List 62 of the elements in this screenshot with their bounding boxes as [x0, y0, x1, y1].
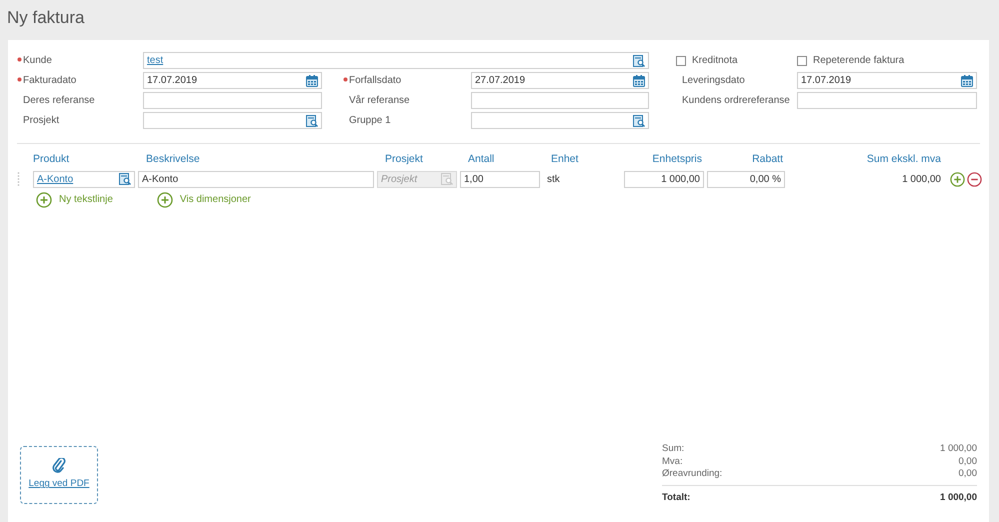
- customer-link[interactable]: test: [147, 53, 633, 68]
- total-value: 1 000,00: [940, 490, 977, 505]
- column-header: Rabatt: [752, 153, 783, 165]
- calendar-icon[interactable]: [961, 74, 973, 86]
- column-header: Enhetspris: [652, 153, 702, 165]
- field-label: Prosjekt: [23, 114, 60, 128]
- input-field[interactable]: 1,00: [460, 170, 540, 188]
- checkbox[interactable]: [676, 56, 686, 66]
- input-field[interactable]: [797, 92, 977, 109]
- attach-pdf-button[interactable]: Legg ved PDF: [20, 446, 98, 504]
- column-header: Sum ekskl. mva: [866, 153, 941, 165]
- column-header: Produkt: [33, 153, 70, 165]
- add-link[interactable]: Vis dimensjoner: [156, 192, 251, 208]
- calendar-icon[interactable]: [306, 74, 318, 86]
- total-value: 0,00: [958, 468, 977, 481]
- date-field[interactable]: 17.07.2019: [143, 72, 322, 89]
- column-header: Enhet: [551, 153, 578, 165]
- drag-handle-icon[interactable]: [17, 172, 20, 186]
- field-label: Deres referanse: [23, 94, 95, 108]
- input-field[interactable]: 0,00 %: [707, 170, 785, 188]
- total-label: Totalt:: [662, 490, 690, 505]
- lookup-field[interactable]: [143, 112, 322, 129]
- date-field[interactable]: 17.07.2019: [797, 72, 977, 89]
- lookup-field[interactable]: A-Konto: [33, 170, 135, 188]
- plus-circle-icon[interactable]: [156, 192, 173, 208]
- column-header: Beskrivelse: [146, 153, 200, 165]
- product-link[interactable]: A-Konto: [37, 172, 119, 187]
- total-value: 0,00: [958, 456, 977, 468]
- lookup-field[interactable]: [471, 112, 649, 129]
- field-label: Gruppe 1: [349, 114, 391, 128]
- lookup-icon[interactable]: [633, 114, 645, 126]
- field-label: Vår referanse: [349, 94, 410, 108]
- field-label: Leveringsdato: [682, 74, 745, 88]
- date-field[interactable]: 27.07.2019: [471, 72, 649, 89]
- column-header: Antall: [468, 153, 494, 165]
- lookup-field[interactable]: test: [143, 52, 649, 69]
- checkbox-label: Repeterende faktura: [813, 54, 904, 68]
- field-label: Fakturadato: [23, 74, 76, 88]
- table-cell-text: 1 000,00: [901, 172, 942, 187]
- total-label: Mva:: [662, 456, 683, 468]
- table-cell-text: stk: [546, 172, 561, 187]
- lookup-icon[interactable]: [119, 173, 131, 186]
- add-link[interactable]: Ny tekstlinje: [36, 192, 113, 208]
- input-field[interactable]: A-Konto: [138, 170, 374, 188]
- field-label: Kundens ordrereferanse: [682, 94, 790, 108]
- total-label: Øreavrunding:: [662, 468, 722, 481]
- total-value: 1 000,00: [940, 443, 977, 456]
- checkbox[interactable]: [797, 56, 807, 66]
- page-title: Ny faktura: [6, 7, 86, 29]
- total-label: Sum:: [662, 443, 684, 456]
- column-header: Prosjekt: [385, 153, 423, 165]
- input-field[interactable]: [143, 92, 322, 109]
- lookup-icon[interactable]: [633, 54, 645, 66]
- paperclip-icon: [52, 458, 66, 474]
- lookup-icon[interactable]: [306, 114, 318, 126]
- input-field[interactable]: [471, 92, 649, 109]
- checkbox-label: Kreditnota: [692, 54, 738, 68]
- field-label: Forfallsdato: [349, 74, 402, 88]
- field-label: Kunde: [23, 54, 52, 68]
- calendar-icon[interactable]: [633, 74, 645, 86]
- input-field[interactable]: 1 000,00: [624, 170, 704, 188]
- plus-circle-icon[interactable]: [36, 192, 52, 208]
